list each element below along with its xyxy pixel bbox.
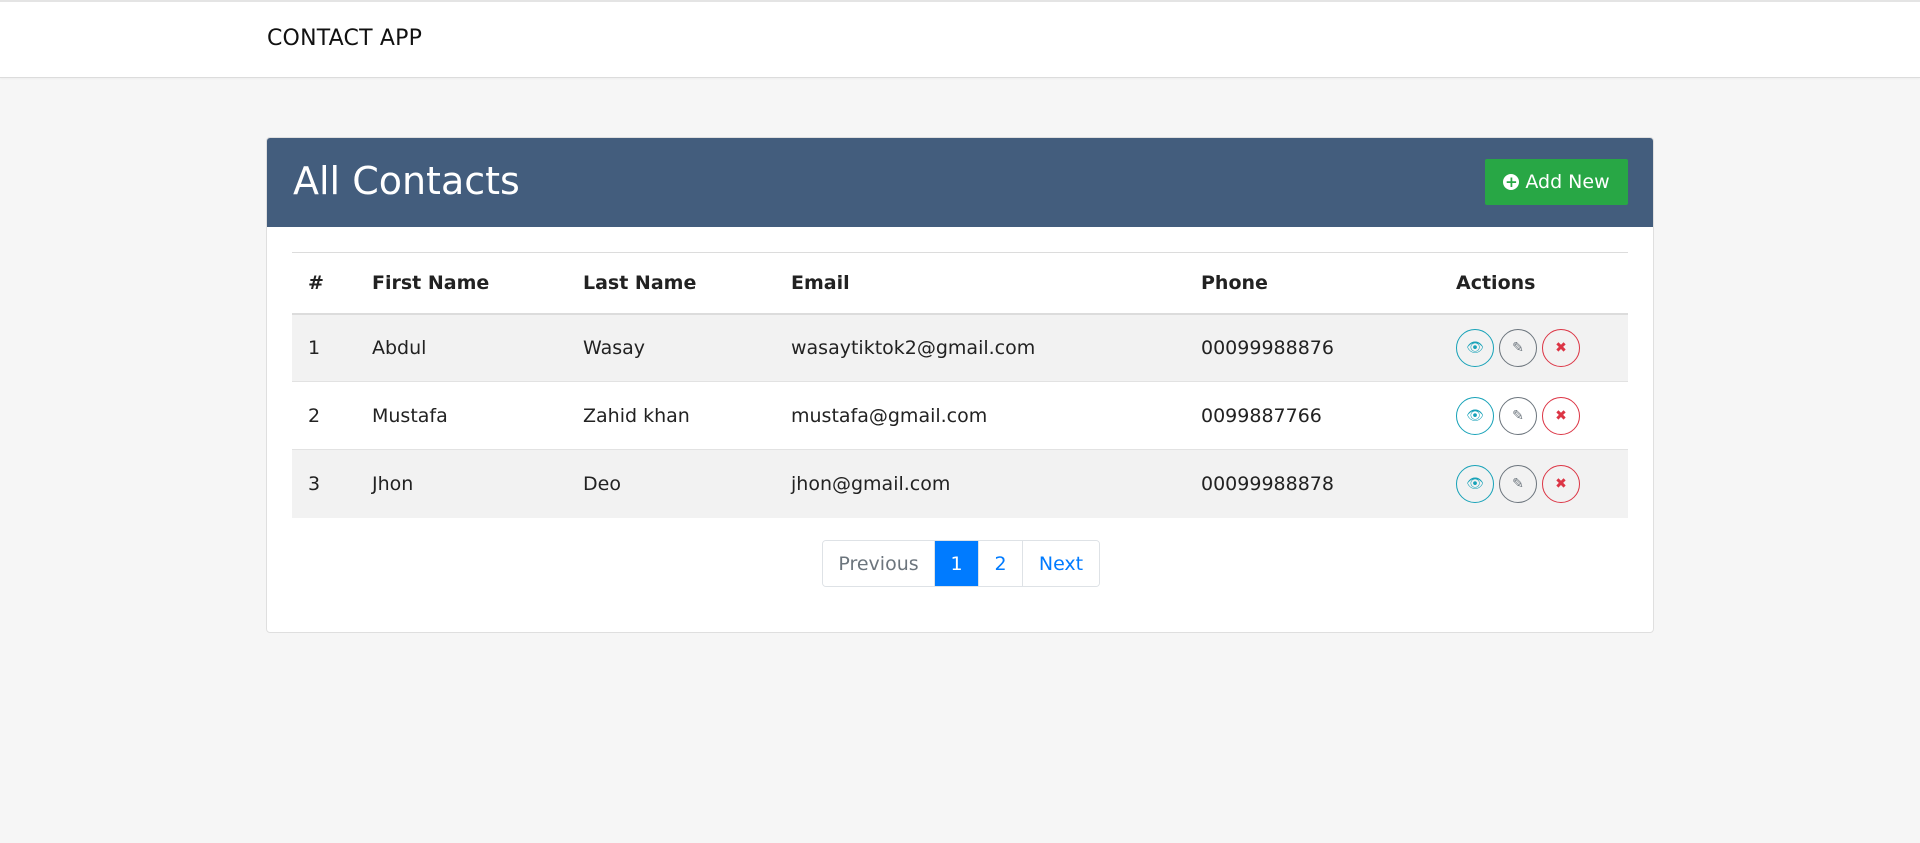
edit-button[interactable]: ✎ — [1499, 328, 1537, 367]
pagination-page-2[interactable]: 2 — [979, 541, 1023, 586]
cell-actions: 👁 ✎ ✖ — [1440, 449, 1628, 518]
eye-icon: 👁 — [1466, 475, 1484, 492]
edit-button[interactable]: ✎ — [1499, 396, 1537, 435]
pagination-previous[interactable]: Previous — [823, 541, 935, 586]
page-title: All Contacts — [293, 159, 520, 203]
table-header-row: # First Name Last Name Email Phone Actio… — [292, 252, 1628, 315]
delete-button[interactable]: ✖ — [1542, 396, 1580, 435]
delete-button[interactable]: ✖ — [1542, 464, 1580, 503]
delete-icon: ✖ — [1555, 407, 1567, 424]
cell-last-name: Zahid khan — [567, 381, 775, 450]
cell-email: mustafa@gmail.com — [775, 381, 1185, 450]
cell-number: 2 — [292, 381, 356, 450]
delete-icon: ✖ — [1555, 475, 1567, 492]
edit-icon: ✎ — [1512, 339, 1524, 356]
row-actions: 👁 ✎ ✖ — [1456, 328, 1628, 367]
eye-icon: 👁 — [1466, 407, 1484, 424]
header-number: # — [292, 252, 356, 315]
header-phone: Phone — [1185, 252, 1440, 315]
card-header: All Contacts + Add New — [267, 138, 1653, 227]
cell-phone: 00099988876 — [1185, 313, 1440, 382]
cell-phone: 00099988878 — [1185, 449, 1440, 518]
table-row: 1 Abdul Wasay wasaytiktok2@gmail.com 000… — [292, 313, 1628, 382]
view-button[interactable]: 👁 — [1456, 464, 1494, 503]
delete-button[interactable]: ✖ — [1542, 328, 1580, 367]
cell-number: 3 — [292, 449, 356, 518]
cell-email: wasaytiktok2@gmail.com — [775, 313, 1185, 382]
plus-circle-icon: + — [1503, 173, 1520, 191]
header-actions: Actions — [1440, 252, 1628, 315]
eye-icon: 👁 — [1466, 339, 1484, 356]
cell-first-name: Abdul — [356, 313, 567, 382]
edit-icon: ✎ — [1512, 475, 1524, 492]
delete-icon: ✖ — [1555, 339, 1567, 356]
view-button[interactable]: 👁 — [1456, 328, 1494, 367]
table-row: 3 Jhon Deo jhon@gmail.com 00099988878 👁 … — [292, 449, 1628, 518]
pagination-page-1[interactable]: 1 — [935, 541, 979, 586]
edit-button[interactable]: ✎ — [1499, 464, 1537, 503]
header-email: Email — [775, 252, 1185, 315]
pagination-next[interactable]: Next — [1023, 541, 1099, 586]
row-actions: 👁 ✎ ✖ — [1456, 464, 1628, 503]
top-navbar: CONTACT APP — [0, 0, 1920, 78]
edit-icon: ✎ — [1512, 407, 1524, 424]
cell-email: jhon@gmail.com — [775, 449, 1185, 518]
cell-last-name: Deo — [567, 449, 775, 518]
app-brand[interactable]: CONTACT APP — [267, 26, 422, 51]
cell-actions: 👁 ✎ ✖ — [1440, 381, 1628, 450]
cell-first-name: Mustafa — [356, 381, 567, 450]
header-last-name: Last Name — [567, 252, 775, 315]
contacts-table: # First Name Last Name Email Phone Actio… — [292, 252, 1628, 518]
header-first-name: First Name — [356, 252, 567, 315]
cell-phone: 0099887766 — [1185, 381, 1440, 450]
table-row: 2 Mustafa Zahid khan mustafa@gmail.com 0… — [292, 381, 1628, 450]
cell-number: 1 — [292, 313, 356, 382]
cell-first-name: Jhon — [356, 449, 567, 518]
row-actions: 👁 ✎ ✖ — [1456, 396, 1628, 435]
add-new-button[interactable]: + Add New — [1485, 159, 1628, 205]
contacts-card: All Contacts + Add New # First Name Last… — [266, 137, 1654, 633]
add-new-label: Add New — [1525, 171, 1610, 193]
view-button[interactable]: 👁 — [1456, 396, 1494, 435]
cell-actions: 👁 ✎ ✖ — [1440, 313, 1628, 382]
pagination: Previous 1 2 Next — [822, 540, 1100, 587]
cell-last-name: Wasay — [567, 313, 775, 382]
